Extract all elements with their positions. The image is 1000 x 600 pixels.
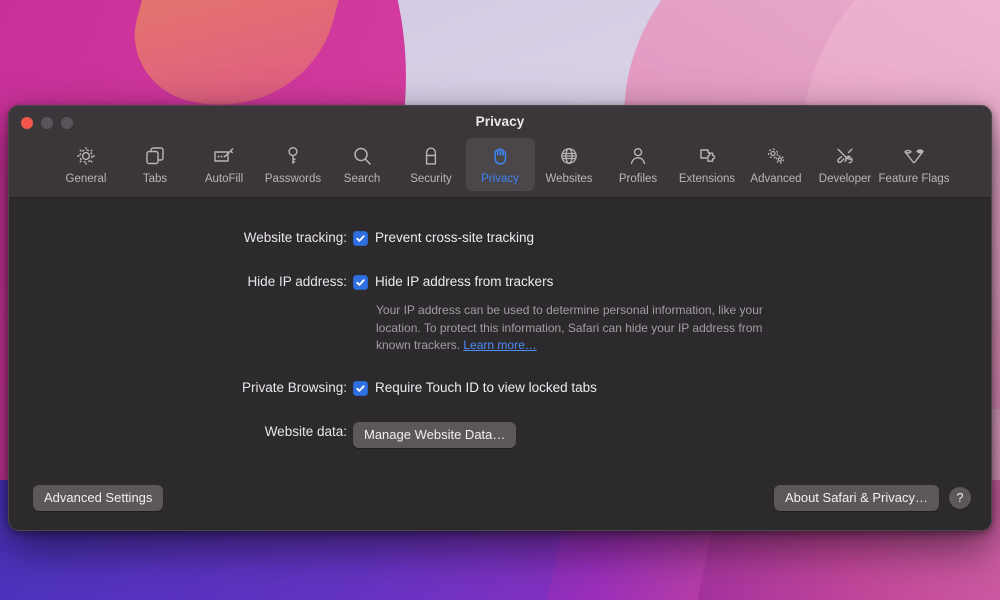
hide-ip-address-row: Hide IP address: Hide IP address from tr…	[9, 273, 553, 291]
advanced-settings-button[interactable]: Advanced Settings	[33, 485, 164, 511]
tab-websites[interactable]: Websites	[535, 138, 604, 191]
tab-label: Passwords	[264, 173, 322, 185]
tab-profiles[interactable]: Profiles	[604, 138, 673, 191]
private-browsing-row: Private Browsing: Require Touch ID to vi…	[9, 379, 597, 397]
bottom-bar-right-group: About Safari & Privacy… ?	[773, 485, 971, 511]
privacy-settings-content: Website tracking: Prevent cross-site tra…	[9, 198, 991, 530]
window-bottom-bar: Advanced Settings About Safari & Privacy…	[9, 466, 991, 530]
require-touch-id-checkbox-group[interactable]: Require Touch ID to view locked tabs	[353, 379, 597, 397]
tools-icon	[833, 143, 857, 169]
zoom-button-icon[interactable]	[61, 117, 73, 129]
hide-ip-from-trackers-label: Hide IP address from trackers	[375, 274, 554, 289]
require-touch-id-checkbox[interactable]	[353, 381, 368, 396]
private-browsing-label: Private Browsing:	[241, 380, 347, 395]
tab-advanced[interactable]: Advanced	[742, 138, 811, 191]
help-button[interactable]: ?	[949, 487, 971, 509]
minimize-button-icon[interactable]	[41, 117, 53, 129]
hide-ip-from-trackers-checkbox[interactable]	[353, 275, 368, 290]
tab-label: Profiles	[618, 173, 658, 185]
window-toolbar-region: Privacy General Tabs AutoFill Passwords …	[9, 106, 991, 198]
hint-paragraph: Your IP address can be used to determine…	[376, 303, 763, 352]
tab-label: Search	[343, 173, 381, 185]
tab-extensions[interactable]: Extensions	[673, 138, 742, 191]
tab-feature-flags[interactable]: Feature Flags	[878, 138, 950, 191]
tabs-icon	[143, 143, 167, 169]
website-data-label: Website data:	[264, 424, 347, 439]
traffic-light-buttons	[21, 117, 73, 129]
safari-preferences-window: Privacy General Tabs AutoFill Passwords …	[8, 105, 992, 531]
about-safari-privacy-button[interactable]: About Safari & Privacy…	[773, 485, 939, 511]
puzzle-piece-icon	[695, 143, 719, 169]
key-icon	[281, 143, 305, 169]
autofill-icon	[211, 143, 237, 169]
tab-label: Security	[410, 173, 452, 185]
website-tracking-row: Website tracking: Prevent cross-site tra…	[9, 229, 534, 247]
prevent-cross-site-tracking-label: Prevent cross-site tracking	[375, 230, 535, 245]
magnifier-icon	[350, 143, 374, 169]
learn-more-link[interactable]: Learn more…	[463, 338, 536, 352]
website-data-row: Website data: Manage Website Data…	[9, 422, 517, 448]
hand-icon	[488, 143, 512, 169]
tab-passwords[interactable]: Passwords	[259, 138, 328, 191]
website-tracking-label: Website tracking:	[243, 230, 347, 245]
tab-label: Extensions	[678, 173, 736, 185]
hide-ip-address-label: Hide IP address:	[247, 274, 347, 289]
tab-privacy[interactable]: Privacy	[465, 138, 535, 191]
hide-ip-hint-text: Your IP address can be used to determine…	[376, 302, 800, 355]
close-button-icon[interactable]	[21, 117, 33, 129]
tab-label: Feature Flags	[878, 173, 950, 185]
tab-label: Developer	[818, 173, 872, 185]
tab-security[interactable]: Security	[397, 138, 466, 191]
manage-website-data-button[interactable]: Manage Website Data…	[353, 422, 517, 448]
preferences-tab-strip: General Tabs AutoFill Passwords Search S…	[9, 136, 991, 193]
prevent-cross-site-tracking-checkbox-group[interactable]: Prevent cross-site tracking	[353, 229, 534, 247]
tab-label: General	[65, 173, 107, 185]
tab-label: AutoFill	[204, 173, 244, 185]
window-titlebar: Privacy	[9, 106, 991, 136]
gear-icon	[74, 143, 98, 169]
tab-search[interactable]: Search	[328, 138, 397, 191]
globe-icon	[557, 143, 581, 169]
tab-label: Tabs	[142, 173, 168, 185]
tab-label: Privacy	[481, 173, 519, 185]
tab-label: Advanced	[750, 173, 802, 185]
tab-label: Websites	[545, 173, 593, 185]
window-title: Privacy	[475, 113, 525, 129]
tab-developer[interactable]: Developer	[811, 138, 880, 191]
tab-autofill[interactable]: AutoFill	[190, 138, 259, 191]
tab-tabs[interactable]: Tabs	[121, 138, 190, 191]
require-touch-id-label: Require Touch ID to view locked tabs	[375, 380, 597, 395]
lock-icon	[419, 143, 443, 169]
gears-icon	[763, 143, 789, 169]
flags-icon	[900, 143, 928, 169]
tab-general[interactable]: General	[52, 138, 121, 191]
prevent-cross-site-tracking-checkbox[interactable]	[353, 231, 368, 246]
hide-ip-from-trackers-checkbox-group[interactable]: Hide IP address from trackers	[353, 273, 553, 291]
person-icon	[626, 143, 650, 169]
